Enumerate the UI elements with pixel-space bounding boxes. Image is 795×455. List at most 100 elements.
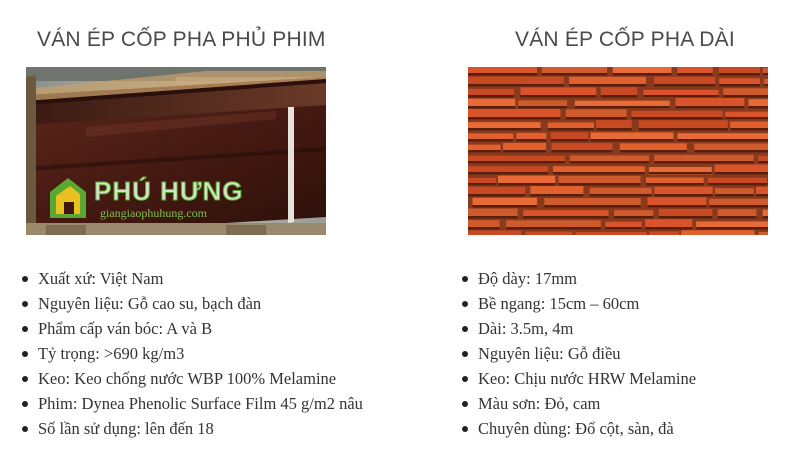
plank-shape	[468, 98, 516, 107]
plank-shape	[565, 109, 627, 118]
plank-shadow	[758, 161, 768, 164]
plank-shadow	[518, 106, 567, 109]
product-title: VÁN ÉP CỐP PHA PHỦ PHIM	[37, 28, 326, 51]
plank-shape	[541, 67, 608, 74]
bullet-icon	[462, 351, 468, 357]
spec-item: Chuyên dùng: Đổ cột, sàn, đà	[458, 416, 788, 441]
plank-shape	[468, 220, 500, 229]
plank-shape	[714, 164, 768, 173]
long-plywood-planks-photo	[468, 67, 768, 235]
plank-shape	[558, 175, 641, 184]
plank-shape	[498, 175, 556, 184]
plank-shadow	[714, 172, 768, 175]
plank-shadow	[565, 117, 627, 120]
plank-shape	[612, 67, 672, 74]
plank-shadow	[725, 117, 768, 120]
plank-shadow	[530, 194, 584, 197]
plank-shadow	[468, 161, 565, 164]
plank-shadow	[748, 106, 768, 109]
plank-shadow	[677, 73, 713, 76]
bullet-icon	[462, 376, 468, 382]
plank-shape	[569, 76, 647, 85]
plank-shape	[658, 209, 713, 217]
plank-shadow	[590, 139, 674, 142]
spec-item: Dài: 3.5m, 4m	[458, 316, 788, 341]
spec-item: Bề ngang: 15cm – 60cm	[458, 291, 788, 316]
brand-website: giangiaophuhung.com	[100, 206, 207, 220]
plank-shadow	[605, 227, 642, 230]
bullet-icon	[22, 426, 28, 432]
plank-shape	[675, 98, 745, 107]
plank-shape	[638, 120, 728, 129]
plank-shadow	[547, 128, 594, 131]
plank-shadow	[730, 128, 768, 131]
plank-shadow	[574, 106, 670, 109]
plank-shadow	[718, 73, 760, 76]
plank-shadow	[631, 117, 723, 120]
plank-shadow	[723, 95, 768, 98]
film-faced-plywood-photo: PHÚ HƯNG giangiaophuhung.com	[26, 67, 326, 235]
plank-shadow	[550, 139, 589, 142]
plank-shadow	[468, 227, 500, 230]
plank-shadow	[717, 216, 757, 219]
plank-shadow	[619, 150, 687, 153]
plank-shadow	[677, 139, 768, 142]
spec-item: Phẩm cấp ván bóc: A và B	[18, 316, 438, 341]
bullet-icon	[22, 326, 28, 332]
plank-shape	[551, 143, 613, 152]
plank-shadow	[468, 150, 501, 153]
plank-shadow	[707, 183, 767, 186]
plank-shape	[468, 76, 564, 85]
plank-shadow	[649, 172, 712, 175]
plank-shadow	[654, 84, 716, 87]
spec-item: Nguyên liệu: Gỗ cao su, bạch đàn	[18, 291, 438, 316]
plank-shape	[600, 87, 638, 96]
bullet-icon	[22, 351, 28, 357]
plank-shape	[472, 197, 537, 206]
plank-shadow	[646, 183, 704, 186]
plank-shadow	[658, 216, 713, 219]
plank-shadow	[468, 73, 538, 76]
plank-shadow	[558, 183, 641, 186]
plank-shape	[468, 109, 561, 117]
bullet-icon	[462, 301, 468, 307]
spec-item: Keo: Keo chống nước WBP 100% Melamine	[18, 366, 438, 391]
bullet-icon	[462, 276, 468, 282]
spec-item: Phim: Dynea Phenolic Surface Film 45 g/m…	[18, 391, 438, 416]
plank-shadow	[714, 194, 754, 197]
spec-item: Độ dày: 17mm	[458, 266, 788, 291]
bullet-icon	[462, 401, 468, 407]
bullet-icon	[462, 326, 468, 332]
brand-logo: PHÚ HƯNG giangiaophuhung.com	[46, 174, 276, 224]
plank-shape	[468, 67, 538, 74]
plank-shadow	[719, 84, 760, 87]
plank-shadow	[468, 183, 496, 186]
plank-shadow	[520, 95, 597, 98]
plank-shadow	[709, 205, 768, 208]
plank-shape	[503, 142, 546, 151]
plank-shadow	[472, 205, 537, 208]
plank-shadow	[468, 216, 518, 219]
plank-shape	[649, 231, 680, 235]
plank-shadow	[498, 183, 556, 186]
plank-shadow	[645, 227, 693, 230]
plank-shadow	[654, 161, 754, 164]
plank-shape	[654, 76, 716, 85]
plank-shadow	[468, 95, 514, 98]
plank-shadow	[544, 205, 641, 208]
plank-shadow	[468, 106, 516, 109]
bullet-icon	[22, 376, 28, 382]
spec-item: Màu sơn: Đỏ, cam	[458, 391, 788, 416]
plank-shape	[654, 186, 713, 195]
house-logo-icon	[50, 178, 86, 218]
plank-shadow	[506, 227, 601, 230]
plank-shadow	[600, 95, 638, 98]
plank-shape	[520, 87, 597, 96]
plank-shadow	[468, 128, 541, 131]
bullet-icon	[462, 426, 468, 432]
plank-shadow	[468, 139, 514, 142]
plank-shadow	[762, 73, 768, 76]
plank-shape	[468, 208, 518, 217]
plank-shape	[596, 120, 632, 129]
plank-shadow	[503, 150, 546, 153]
